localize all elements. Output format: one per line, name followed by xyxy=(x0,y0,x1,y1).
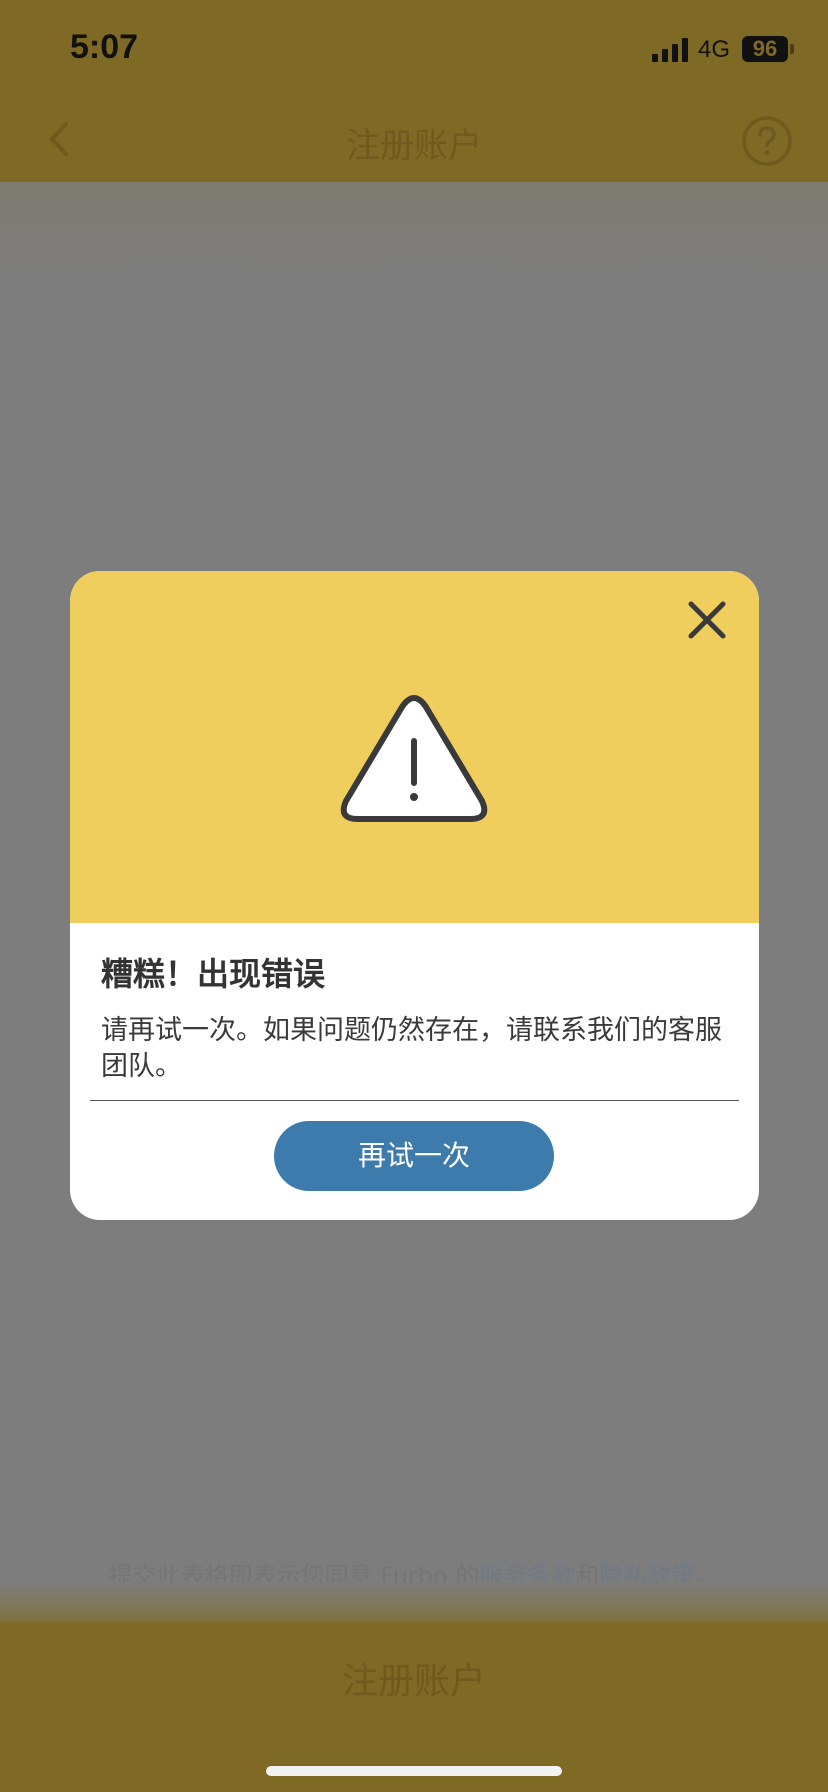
register-button[interactable]: 注册账户 xyxy=(0,1652,828,1704)
footer-shadow xyxy=(0,1582,828,1622)
dialog-banner xyxy=(70,571,759,923)
warning-triangle-icon xyxy=(340,695,488,822)
status-bar: 5:07 4G 96 xyxy=(0,0,828,96)
status-time: 5:07 xyxy=(70,28,139,66)
nav-bar: 注册账户 xyxy=(0,96,828,182)
app-header: 5:07 4G 96 注册账户 xyxy=(0,0,828,182)
home-indicator xyxy=(266,1766,562,1776)
dialog-message: 请再试一次。如果问题仍然存在，请联系我们的客服团队。 xyxy=(101,1015,722,1082)
page-title: 注册账户 xyxy=(346,126,482,166)
screen: 5:07 4G 96 注册账户 提交此表格即表示您同意 Furbo 的服务条款和… xyxy=(0,0,828,1792)
network-type: 4G xyxy=(698,36,731,63)
retry-button[interactable]: 再试一次 xyxy=(274,1121,554,1191)
battery-icon: 96 xyxy=(742,36,788,62)
battery-tip xyxy=(790,44,794,54)
question-circle-icon[interactable] xyxy=(740,114,794,168)
close-icon[interactable] xyxy=(682,595,732,645)
signal-icon xyxy=(652,38,688,62)
dialog-divider xyxy=(90,1100,739,1101)
header-shadow xyxy=(0,182,828,272)
dialog-title: 糟糕！出现错误 xyxy=(101,955,326,993)
error-dialog: 糟糕！出现错误 请再试一次。如果问题仍然存在，请联系我们的客服团队。 再试一次 xyxy=(70,571,759,1220)
